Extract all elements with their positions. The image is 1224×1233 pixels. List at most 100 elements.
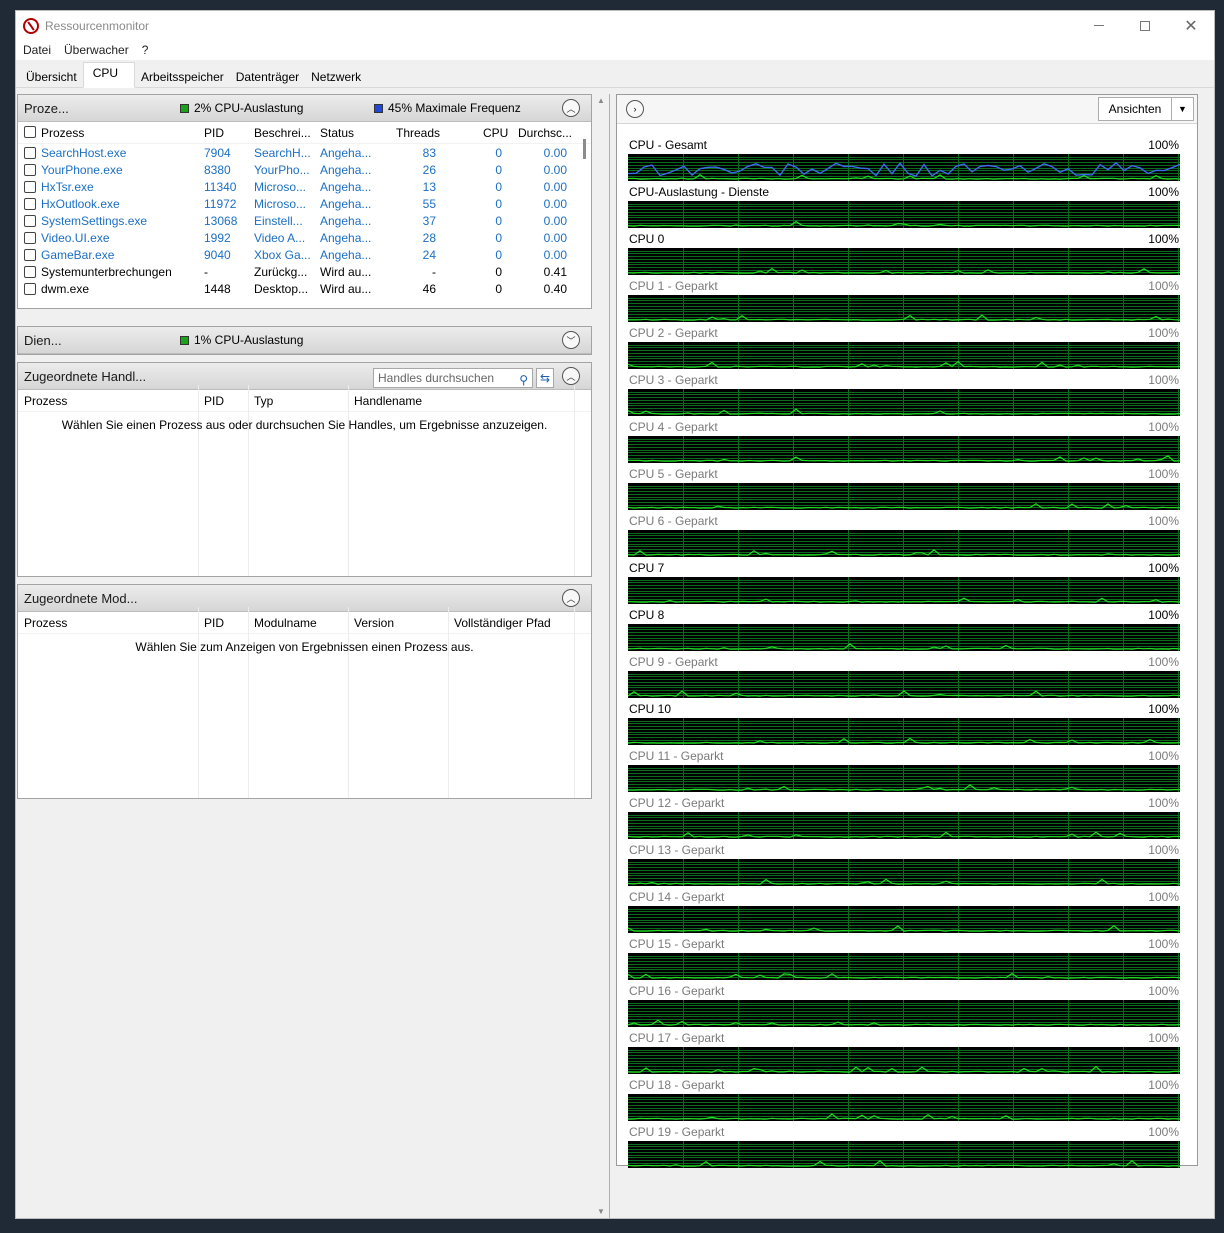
close-button[interactable]: ✕ [1168, 11, 1214, 40]
process-checkbox[interactable] [24, 147, 36, 159]
graphs-expand-button[interactable]: › [626, 100, 644, 118]
process-checkbox[interactable] [24, 181, 36, 193]
maximize-icon [1140, 20, 1150, 31]
process-row[interactable]: dwm.exe 1448 Desktop... Wird au... 46 0 0.40 [18, 281, 578, 298]
modules-col-version[interactable]: Version [354, 612, 394, 634]
process-checkbox[interactable] [24, 283, 36, 295]
process-row[interactable]: SystemSettings.exe 13068 Einstell... Angeha… [18, 213, 578, 230]
handles-collapse-button[interactable]: ︿ [562, 367, 580, 385]
process-row[interactable]: Video.UI.exe 1992 Video A... Angeha... 28 0 0.… [18, 230, 578, 247]
col-prozess[interactable]: Prozess [41, 122, 84, 144]
tab-cpu[interactable]: CPU [82, 62, 136, 88]
minimize-button[interactable] [1076, 11, 1122, 40]
tab-netzwerk[interactable]: Netzwerk [305, 65, 368, 87]
scroll-down-icon[interactable]: ▼ [597, 1207, 605, 1216]
menu-help[interactable]: ? [142, 43, 149, 57]
modules-col-pfad[interactable]: Vollständiger Pfad [454, 612, 551, 634]
cpu-graph-label: CPU 18 - Geparkt 100% [628, 1076, 1180, 1094]
handles-colsep [574, 385, 575, 576]
col-cpu[interactable]: CPU [483, 122, 508, 144]
process-cell-pid: 8380 [204, 163, 231, 177]
col-threads[interactable]: Threads [396, 122, 440, 144]
modules-col-pid[interactable]: PID [204, 612, 224, 634]
process-cell-pid: 11340 [204, 180, 237, 194]
select-all-checkbox[interactable] [24, 126, 36, 138]
handles-col-pid[interactable]: PID [204, 390, 224, 412]
views-dropdown[interactable]: Ansichten ▼ [1098, 97, 1194, 121]
cpu-graph-label: CPU 10 100% [628, 700, 1180, 718]
process-checkbox[interactable] [24, 249, 36, 261]
process-row[interactable]: SearchHost.exe 7904 SearchH... Angeha... 83 0… [18, 145, 578, 162]
cpu-graph-label: CPU 13 - Geparkt 100% [628, 841, 1180, 859]
cpu-graph-label: CPU 0 100% [628, 230, 1180, 248]
cpu-graph-label: CPU 1 - Geparkt 100% [628, 277, 1180, 295]
modules-col-modulname[interactable]: Modulname [254, 612, 317, 634]
process-row[interactable]: Systemunterbrechungen - Zurückg... Wird au.… [18, 264, 578, 281]
tab-uebersicht[interactable]: Übersicht [20, 65, 83, 87]
handles-colsep [248, 385, 249, 576]
cpu-graph-max: 100% [1148, 1125, 1179, 1139]
pane-splitter[interactable] [609, 94, 610, 1218]
cpu-graph-label: CPU 2 - Geparkt 100% [628, 324, 1180, 342]
col-beschreibung[interactable]: Beschrei... [254, 122, 311, 144]
col-status[interactable]: Status [320, 122, 354, 144]
modules-collapse-button[interactable]: ︿ [562, 589, 580, 607]
close-icon: ✕ [1184, 17, 1198, 35]
cpu-graph-label: CPU 16 - Geparkt 100% [628, 982, 1180, 1000]
left-pane-scrollbar[interactable]: ▲ ▼ [594, 94, 609, 1218]
modules-col-prozess[interactable]: Prozess [24, 612, 67, 634]
services-title: Dien... [24, 332, 62, 348]
search-icon[interactable]: ⚲ [519, 371, 528, 389]
modules-header[interactable]: Zugeordnete Mod... ︿ [18, 585, 591, 612]
title-bar[interactable]: Ressourcenmonitor ✕ [16, 11, 1214, 40]
maximize-button[interactable] [1122, 11, 1168, 40]
cpu-graph-max: 100% [1148, 561, 1179, 575]
cpu-graph-block: CPU 15 - Geparkt 100% [628, 935, 1180, 980]
process-cell-status: Angeha... [320, 146, 372, 160]
process-cell-cpu: 0 [495, 180, 502, 194]
scroll-up-icon[interactable]: ▲ [597, 96, 605, 105]
process-checkbox[interactable] [24, 198, 36, 210]
handles-header[interactable]: Zugeordnete Handl... Handles durchsuchen… [18, 363, 591, 390]
cpu-graph-label: CPU 3 - Geparkt 100% [628, 371, 1180, 389]
cpu-graph-block: CPU 14 - Geparkt 100% [628, 888, 1180, 933]
col-pid[interactable]: PID [204, 122, 224, 144]
processes-header[interactable]: Proze... 2% CPU-Auslastung 45% Maximale … [18, 95, 591, 122]
cpu-graph-max: 100% [1148, 138, 1179, 152]
services-header[interactable]: Dien... 1% CPU-Auslastung ﹀ [18, 327, 591, 354]
process-checkbox[interactable] [24, 164, 36, 176]
handles-col-typ[interactable]: Typ [254, 390, 273, 412]
handles-refresh-button[interactable]: ⇆ [536, 368, 554, 388]
modules-title: Zugeordnete Mod... [24, 590, 138, 606]
handles-col-prozess[interactable]: Prozess [24, 390, 67, 412]
col-durchschnitt[interactable]: Durchsc... [518, 122, 572, 144]
cpu-graph [628, 906, 1180, 933]
processes-collapse-button[interactable]: ︿ [562, 99, 580, 117]
cpu-graph-block: CPU 12 - Geparkt 100% [628, 794, 1180, 839]
handles-title: Zugeordnete Handl... [24, 368, 147, 384]
process-row[interactable]: HxOutlook.exe 11972 Microso... Angeha... 55 0… [18, 196, 578, 213]
tab-arbeitsspeicher[interactable]: Arbeitsspeicher [135, 65, 230, 87]
menu-datei[interactable]: Datei [23, 43, 51, 57]
process-cell-avg: 0.41 [543, 265, 567, 279]
handles-col-handlename[interactable]: Handlename [354, 390, 422, 412]
process-checkbox[interactable] [24, 266, 36, 278]
tab-datentraeger[interactable]: Datenträger [229, 65, 306, 87]
cpu-graph-block: CPU 10 100% [628, 700, 1180, 745]
services-expand-button[interactable]: ﹀ [562, 331, 580, 349]
menu-ueberwacher[interactable]: Überwacher [64, 43, 129, 57]
process-checkbox[interactable] [24, 215, 36, 227]
services-section: Dien... 1% CPU-Auslastung ﹀ [17, 326, 592, 355]
cpu-graph-max: 100% [1148, 185, 1179, 199]
process-row[interactable]: HxTsr.exe 11340 Microso... Angeha... 13 0 0.00 [18, 179, 578, 196]
handles-search-input[interactable]: Handles durchsuchen ⚲ [373, 368, 533, 388]
cpu-graph [628, 1094, 1180, 1121]
process-row[interactable]: GameBar.exe 9040 Xbox Ga... Angeha... 24 0 0.0… [18, 247, 578, 264]
max-frequency-swatch-icon [374, 103, 383, 113]
cpu-graph-name: CPU 1 - Geparkt [629, 279, 718, 293]
process-cell-status: Angeha... [320, 248, 372, 262]
process-row[interactable]: YourPhone.exe 8380 YourPho... Angeha... 26 0 0… [18, 162, 578, 179]
process-checkbox[interactable] [24, 232, 36, 244]
processes-scrollbar[interactable] [583, 139, 586, 159]
cpu-graph-block: CPU 11 - Geparkt 100% [628, 747, 1180, 792]
